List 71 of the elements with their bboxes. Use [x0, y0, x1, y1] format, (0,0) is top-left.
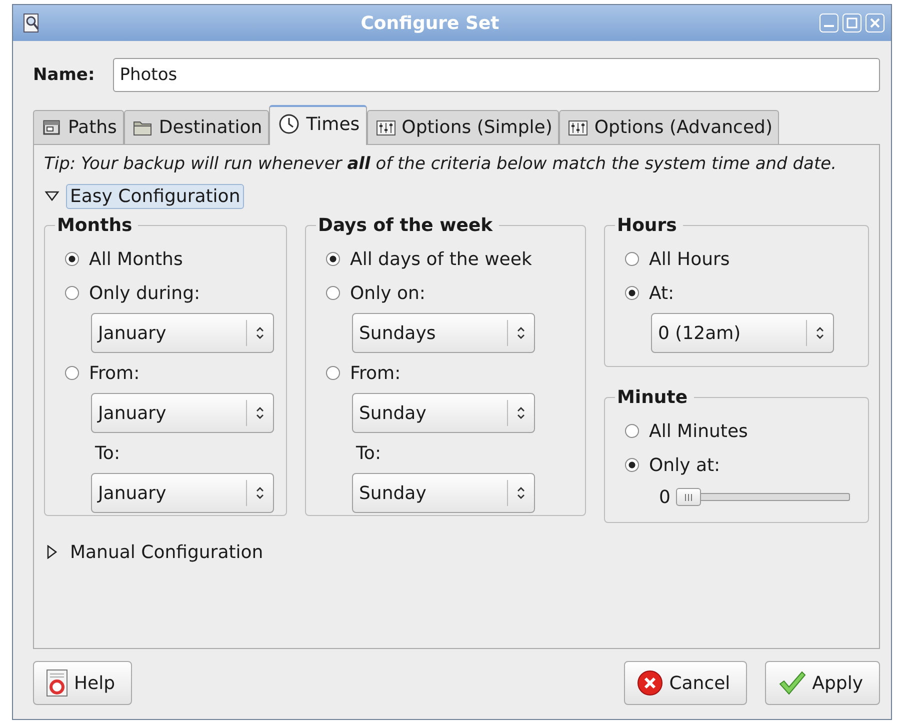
tip-text: Tip: Your backup will run whenever all of the criteria below match the system time and date. — [44, 153, 838, 176]
equalizer-icon — [568, 118, 588, 136]
maximize-icon[interactable] — [842, 13, 862, 33]
dropdown[interactable]: 0 (12am) — [651, 313, 834, 353]
radio-icon[interactable] — [65, 286, 79, 300]
dropdown[interactable]: January — [91, 313, 274, 353]
radio-option[interactable]: Only on: — [326, 276, 575, 310]
dialog-button[interactable]: Apply — [765, 661, 880, 705]
tab[interactable]: Destination — [124, 110, 270, 144]
radio-option[interactable]: All Hours — [625, 242, 858, 276]
radio-icon[interactable] — [65, 366, 79, 380]
radio-option[interactable]: Only at: — [625, 448, 858, 482]
up-down-arrows-icon — [255, 485, 265, 501]
tab[interactable]: Paths — [33, 110, 124, 144]
dropdown[interactable]: Sunday — [352, 393, 535, 433]
radio-icon[interactable] — [625, 286, 639, 300]
window-title: Configure Set — [360, 12, 500, 34]
group-title: Months — [56, 215, 134, 236]
up-down-arrows-icon — [255, 405, 265, 421]
dialog-button[interactable]: Cancel — [624, 661, 748, 705]
lifebuoy-icon — [46, 669, 68, 697]
radio-icon[interactable] — [625, 252, 639, 266]
up-down-arrows-icon — [815, 325, 825, 341]
grip-icon — [684, 494, 694, 500]
close-icon[interactable] — [865, 13, 885, 33]
radio-option[interactable]: From: — [326, 356, 575, 390]
group-title: Days of the week — [317, 215, 494, 236]
slider-value: 0 — [659, 486, 670, 508]
up-down-arrows-icon — [516, 405, 526, 421]
dropdown[interactable]: January — [91, 473, 274, 513]
dropdown[interactable]: Sunday — [352, 473, 535, 513]
name-label: Name: — [33, 65, 95, 85]
tab[interactable]: Times — [269, 105, 367, 145]
expander-label[interactable]: Manual Configuration — [66, 540, 268, 564]
checkmark-icon — [778, 670, 806, 696]
cancel-icon — [637, 670, 664, 696]
tab[interactable]: Options (Simple) — [366, 110, 560, 144]
radio-icon[interactable] — [326, 366, 340, 380]
radio-icon[interactable] — [65, 252, 79, 266]
group-title: Minute — [616, 387, 689, 408]
window-icon — [42, 118, 62, 136]
magnifier-icon — [23, 13, 41, 33]
dropdown[interactable]: January — [91, 393, 274, 433]
name-field[interactable]: Photos — [112, 58, 880, 92]
radio-icon[interactable] — [326, 252, 340, 266]
slider[interactable] — [676, 488, 850, 506]
triangle-icon[interactable] — [44, 189, 60, 203]
radio-icon[interactable] — [326, 286, 340, 300]
radio-icon[interactable] — [625, 424, 639, 438]
clock-icon — [278, 113, 300, 135]
up-down-arrows-icon — [255, 325, 265, 341]
up-down-arrows-icon — [516, 485, 526, 501]
to-label: To: — [95, 442, 120, 464]
equalizer-icon — [376, 118, 396, 136]
to-label: To: — [356, 442, 382, 464]
slider-thumb[interactable] — [676, 488, 702, 506]
group-title: Hours — [616, 215, 678, 236]
radio-icon[interactable] — [625, 458, 639, 472]
tab[interactable]: Options (Advanced) — [559, 110, 780, 144]
radio-option[interactable]: From: — [65, 356, 276, 390]
folder-icon — [132, 118, 153, 136]
dialog-button[interactable]: Help — [33, 661, 132, 705]
expander-label[interactable]: Easy Configuration — [66, 184, 244, 208]
radio-option[interactable]: Only during: — [65, 276, 276, 310]
radio-option[interactable]: All Minutes — [625, 414, 858, 448]
radio-option[interactable]: All days of the week — [326, 242, 575, 276]
minimize-icon[interactable] — [819, 13, 839, 33]
up-down-arrows-icon — [516, 325, 526, 341]
radio-option[interactable]: All Months — [65, 242, 276, 276]
dropdown[interactable]: Sundays — [352, 313, 535, 353]
radio-option[interactable]: At: — [625, 276, 858, 310]
